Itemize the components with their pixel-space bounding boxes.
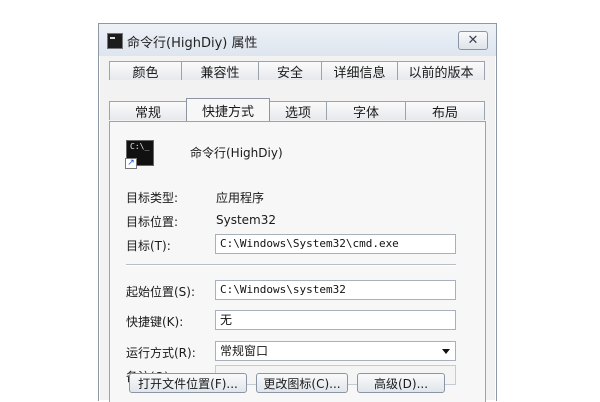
run-select[interactable]: 常规窗口: [215, 341, 456, 361]
close-icon: ✕: [467, 33, 479, 48]
target-location-value: System32: [216, 213, 277, 227]
target-type-value: 应用程序: [216, 191, 265, 205]
tab-font[interactable]: 字体: [326, 101, 406, 121]
title-bar[interactable]: 命令行(HighDiy) 属性 ✕: [99, 24, 496, 56]
target-field[interactable]: C:\Windows\System32\cmd.exe: [215, 234, 456, 254]
shortcut-key-label: 快捷键(K):: [126, 315, 184, 329]
tab-row-bottom: 常规 快捷方式 选项 字体 布局: [109, 98, 485, 121]
tab-compatibility[interactable]: 兼容性: [181, 61, 259, 81]
window-title: 命令行(HighDiy) 属性: [127, 36, 258, 51]
close-button[interactable]: ✕: [458, 31, 488, 50]
tab-shortcut[interactable]: 快捷方式: [186, 98, 270, 121]
tab-color[interactable]: 颜色: [109, 61, 182, 81]
tab-layout[interactable]: 布局: [405, 101, 485, 121]
tab-security[interactable]: 安全: [258, 61, 322, 81]
shortcut-name: 命令行(HighDiy): [190, 146, 283, 160]
target-location-label: 目标位置:: [126, 215, 179, 229]
tab-row-top: 颜色 兼容性 安全 详细信息 以前的版本: [109, 61, 485, 81]
properties-window: 命令行(HighDiy) 属性 ✕ 颜色 兼容性 安全 详细信息 以前的版本 常…: [98, 23, 497, 402]
shortcut-key-field[interactable]: 无: [215, 310, 456, 330]
cmd-icon-text: C:\_: [130, 142, 150, 151]
tab-options[interactable]: 选项: [269, 101, 327, 121]
separator: [126, 264, 456, 266]
open-file-location-button[interactable]: 打开文件位置(F)...: [129, 373, 247, 393]
target-type-label: 目标类型:: [126, 191, 179, 205]
start-in-label: 起始位置(S):: [126, 285, 196, 299]
shortcut-panel: C:\_ ↗ 命令行(HighDiy) 目标类型: 应用程序 目标位置: Sys…: [109, 121, 486, 402]
change-icon-button[interactable]: 更改图标(C)...: [256, 373, 348, 393]
tab-details[interactable]: 详细信息: [321, 61, 398, 81]
console-icon: [107, 33, 123, 49]
tab-previous-versions[interactable]: 以前的版本: [397, 61, 485, 81]
target-label: 目标(T):: [126, 239, 171, 253]
chevron-down-icon: [442, 349, 450, 354]
advanced-button[interactable]: 高级(D)...: [357, 373, 445, 393]
run-select-value: 常规窗口: [220, 344, 269, 358]
cmd-console-icon: C:\_ ↗: [125, 140, 154, 169]
start-in-field[interactable]: C:\Windows\system32: [215, 280, 456, 300]
tab-general[interactable]: 常规: [109, 101, 187, 121]
shortcut-arrow-icon: ↗: [125, 158, 137, 169]
run-label: 运行方式(R):: [126, 346, 196, 360]
